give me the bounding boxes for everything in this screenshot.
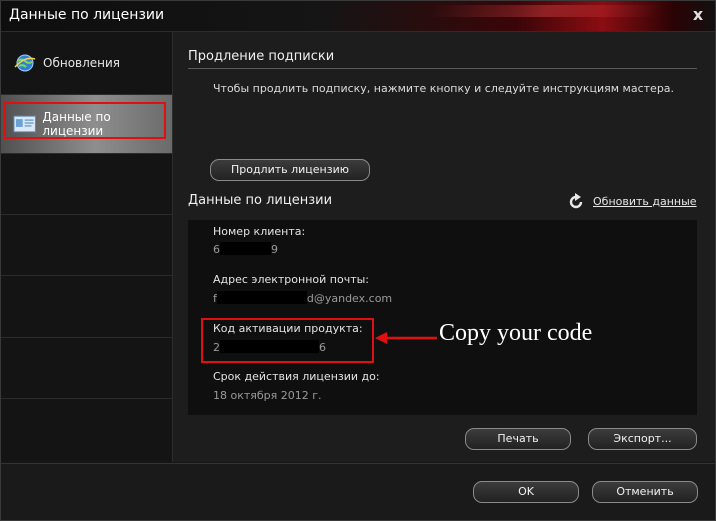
main-panel: Продление подписки Чтобы продлить подпис… xyxy=(173,32,715,462)
sidebar: Обновления Данные по лицензии xyxy=(1,32,173,462)
export-button[interactable]: Экспорт... xyxy=(588,428,697,450)
sidebar-empty-slot xyxy=(1,338,172,399)
client-number-value: 69 xyxy=(213,242,278,256)
print-button[interactable]: Печать xyxy=(465,428,571,450)
sidebar-item-updates[interactable]: Обновления xyxy=(1,32,172,94)
dialog-footer: OK Отменить xyxy=(1,463,715,520)
refresh-icon[interactable] xyxy=(567,193,585,211)
activation-code-end: 6 xyxy=(319,341,326,354)
expiry-label: Срок действия лицензии до: xyxy=(213,370,380,383)
client-number-label: Номер клиента: xyxy=(213,225,306,238)
client-number-start: 6 xyxy=(213,243,220,256)
redaction-bar xyxy=(216,291,307,304)
window-title: Данные по лицензии xyxy=(9,7,165,23)
sidebar-empty-slot xyxy=(1,399,172,462)
activation-code-value: 26 xyxy=(213,340,326,354)
email-end: d@yandex.com xyxy=(306,292,393,305)
sidebar-item-label: Обновления xyxy=(43,56,121,70)
activation-code-label: Код активации продукта: xyxy=(213,322,363,335)
globe-icon xyxy=(14,54,36,72)
ok-button[interactable]: OK xyxy=(473,481,579,503)
redaction-bar xyxy=(220,340,319,353)
license-section-title: Данные по лицензии xyxy=(188,193,333,208)
renewal-section-title: Продление подписки xyxy=(188,49,335,64)
renew-license-button[interactable]: Продлить лицензию xyxy=(210,159,370,181)
renewal-divider xyxy=(188,68,697,69)
title-bar-decoration xyxy=(427,5,665,17)
sidebar-item-license-data[interactable]: Данные по лицензии xyxy=(1,95,172,153)
license-dialog: Данные по лицензии x Обновления Данные п… xyxy=(0,0,716,521)
cancel-button[interactable]: Отменить xyxy=(592,481,698,503)
email-value: f d@yandex.com xyxy=(213,291,392,305)
client-number-end: 9 xyxy=(271,243,278,256)
sidebar-empty-slot xyxy=(1,276,172,338)
license-info-panel: Номер клиента: 69 Адрес электронной почт… xyxy=(188,220,697,415)
sidebar-slot: Обновления xyxy=(1,32,172,95)
sidebar-empty-slot xyxy=(1,215,172,276)
activation-code-start: 2 xyxy=(213,341,220,354)
renewal-instructions: Чтобы продлить подписку, нажмите кнопку … xyxy=(213,82,675,95)
license-card-icon xyxy=(13,115,36,133)
annotation-arrow xyxy=(375,332,437,344)
close-button[interactable]: x xyxy=(689,6,707,24)
expiry-value: 18 октября 2012 г. xyxy=(213,389,322,402)
title-bar: Данные по лицензии x xyxy=(1,1,715,32)
refresh-data-link[interactable]: Обновить данные xyxy=(593,195,697,208)
close-icon: x xyxy=(692,5,704,24)
sidebar-item-label: Данные по лицензии xyxy=(42,110,111,138)
annotation-text: Copy your code xyxy=(439,320,593,346)
redaction-bar xyxy=(220,242,271,255)
sidebar-slot: Данные по лицензии xyxy=(1,95,172,154)
sidebar-empty-slot xyxy=(1,154,172,215)
email-label: Адрес электронной почты: xyxy=(213,273,370,286)
